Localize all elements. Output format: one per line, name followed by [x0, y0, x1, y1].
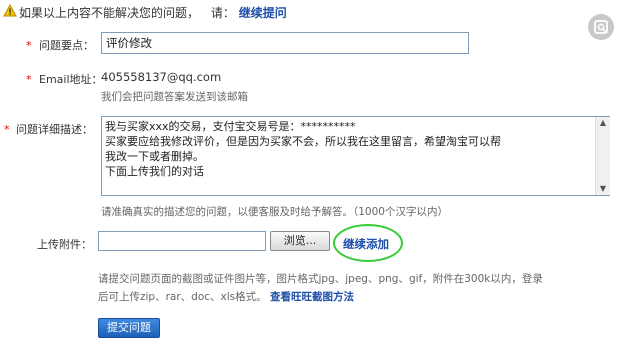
submit-button[interactable]: 提交问题 [98, 318, 160, 338]
warning-icon [3, 4, 17, 17]
question-text: 如果以上内容不能解决您的问题， [19, 6, 200, 20]
continue-ask-link[interactable]: 继续提问 [239, 6, 287, 20]
add-more-link[interactable]: 继续添加 [343, 236, 389, 252]
detail-line: 买家要应给我修改评价，但是因为买家不会，所以我在这里留言，希望淘宝可以帮 [105, 135, 501, 148]
please-text: 请： [210, 6, 235, 20]
screenshot-method-link[interactable]: 查看旺旺截图方法 [270, 291, 354, 303]
detail-label: 问题详细描述： [16, 123, 93, 136]
required-mark: * [4, 123, 10, 136]
scroll-up-icon[interactable]: ▲ [596, 117, 610, 129]
detail-hint: 请准确真实的描述您的问题，以便客服及时给予解答。（1000个汉字以内） [101, 206, 448, 218]
detail-line: 我改一下或者删掉。 [105, 150, 204, 163]
attach-label: 上传附件： [37, 238, 92, 251]
lens-icon[interactable] [588, 14, 614, 40]
browse-button[interactable]: 浏览... [270, 231, 330, 251]
attach-hint-line2: 后可上传zip、rar、doc、xls格式。 查看旺旺截图方法 [98, 289, 354, 304]
subject-label: 问题要点： [39, 39, 94, 52]
required-mark: * [26, 39, 32, 52]
detail-label-row: * 问题详细描述： [4, 121, 93, 137]
detail-line: 我与买家xxx的交易，支付宝交易号是：********** [105, 120, 356, 133]
attach-hint-line1: 请提交问题页面的截图或证件图片等，图片格式jpg、jpeg、png、gif，附件… [98, 273, 543, 285]
required-mark: * [26, 73, 32, 86]
subject-label-row: * 问题要点： [26, 37, 94, 53]
detail-scrollbar[interactable]: ▲ ▼ [595, 117, 610, 195]
email-value: 405558137@qq.com [101, 70, 222, 84]
email-label-row: * Email地址： [26, 71, 103, 87]
scroll-down-icon[interactable]: ▼ [596, 183, 610, 195]
email-hint: 我们会把问题答案发送到该邮箱 [101, 91, 248, 103]
subject-input[interactable]: 评价修改 [101, 32, 469, 54]
attach-file-input[interactable] [98, 231, 266, 251]
email-label: Email地址： [39, 73, 103, 86]
attach-hint-text: 后可上传zip、rar、doc、xls格式。 [98, 291, 267, 303]
detail-textarea[interactable]: 我与买家xxx的交易，支付宝交易号是：********** 买家要应给我修改评价… [101, 116, 610, 196]
detail-line: 下面上传我们的对话 [105, 165, 204, 178]
help-prompt: 如果以上内容不能解决您的问题， 请： 继续提问 [19, 4, 287, 21]
